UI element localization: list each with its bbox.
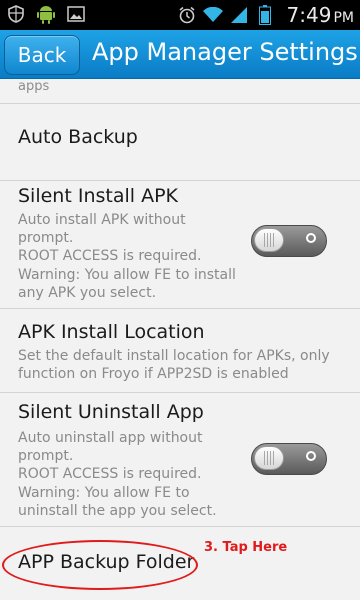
clipped-summary: apps (18, 79, 50, 94)
settings-list[interactable]: apps Auto Backup Silent Install APK Auto… (0, 79, 360, 600)
setting-title: Silent Install APK (18, 185, 178, 207)
setting-silent-uninstall[interactable]: Silent Uninstall App Auto uninstall app … (0, 393, 360, 526)
setting-install-location[interactable]: APK Install Location Set the default ins… (0, 309, 360, 392)
android-icon (36, 4, 56, 24)
clock: 7:49 PM (286, 3, 354, 27)
setting-summary: Auto install APK without prompt. ROOT AC… (18, 212, 236, 301)
battery-icon (255, 5, 275, 25)
screen-title: App Manager Settings (92, 38, 358, 66)
image-icon (66, 4, 86, 24)
setting-silent-install[interactable]: Silent Install APK Auto install APK with… (0, 181, 360, 308)
toggle-off-icon (306, 233, 316, 243)
action-bar: Back App Manager Settings (0, 30, 360, 79)
silent-uninstall-toggle[interactable] (251, 443, 327, 475)
back-button[interactable]: Back (4, 35, 80, 75)
setting-summary: Auto uninstall app without prompt. ROOT … (18, 430, 217, 519)
setting-title: Silent Uninstall App (18, 401, 204, 423)
setting-title: Auto Backup (18, 126, 138, 148)
annotation-circle (2, 540, 198, 590)
shield-icon (6, 4, 26, 24)
signal-icon (229, 5, 249, 25)
annotation-label: 3. Tap Here (204, 540, 288, 555)
toggle-knob (254, 228, 284, 252)
toggle-knob (254, 446, 284, 470)
setting-title: APK Install Location (18, 321, 205, 343)
silent-install-toggle[interactable] (251, 225, 327, 257)
alarm-icon (177, 5, 197, 25)
wifi-icon (202, 5, 223, 25)
setting-auto-backup[interactable]: Auto Backup (0, 104, 360, 180)
setting-summary: Set the default install location for APK… (18, 348, 330, 383)
toggle-off-icon (306, 451, 316, 461)
status-bar: 7:49 PM (0, 0, 360, 30)
